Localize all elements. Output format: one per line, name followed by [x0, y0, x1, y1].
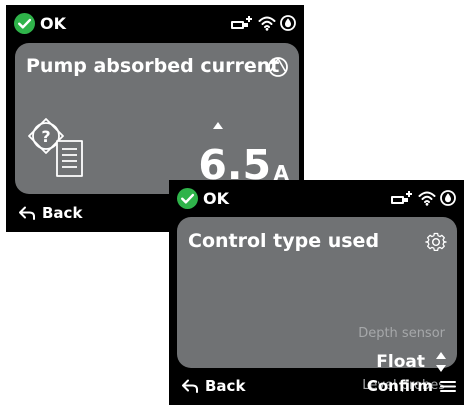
status-label: OK: [40, 14, 66, 33]
caret-up-icon: [213, 122, 223, 129]
check-circle-icon: [14, 13, 35, 34]
control-type-screen: OK Control type used Depth sensor Float …: [169, 180, 464, 405]
usb-plug-icon: [391, 191, 412, 204]
confirm-label: Confirm: [366, 377, 433, 395]
confirm-button[interactable]: Confirm: [367, 377, 456, 395]
svg-text:?: ?: [41, 127, 50, 146]
status-icons: [390, 188, 456, 208]
back-arrow-icon: [182, 379, 198, 393]
status-label: OK: [203, 189, 229, 208]
wifi-icon: [258, 16, 276, 31]
menu-icon: [440, 380, 456, 392]
wifi-icon: [418, 191, 436, 206]
control-type-card: Control type used Depth sensor Float Lev…: [177, 217, 457, 393]
drop-icon: [440, 190, 456, 206]
option-previous[interactable]: Depth sensor: [358, 326, 445, 342]
page-title: Pump absorbed current: [26, 55, 280, 77]
back-button[interactable]: Back: [181, 377, 245, 395]
usb-plug-icon: [231, 16, 252, 29]
status-bar: OK: [169, 180, 464, 216]
pump-current-card: Pump absorbed current ? 6.5 A: [15, 43, 299, 194]
gear-icon[interactable]: [425, 231, 447, 253]
footer-bar: Back Confirm: [169, 369, 464, 405]
pump-icon: [268, 57, 288, 77]
page-title: Control type used: [188, 230, 380, 252]
status-bar: OK: [6, 5, 304, 41]
back-button[interactable]: Back: [18, 204, 82, 222]
back-arrow-icon: [19, 206, 35, 220]
help-document-icon: ?: [28, 118, 83, 177]
drop-icon: [280, 15, 296, 31]
back-label: Back: [205, 377, 246, 395]
status-icons: [230, 13, 296, 33]
back-label: Back: [42, 204, 83, 222]
check-circle-icon: [177, 188, 198, 209]
